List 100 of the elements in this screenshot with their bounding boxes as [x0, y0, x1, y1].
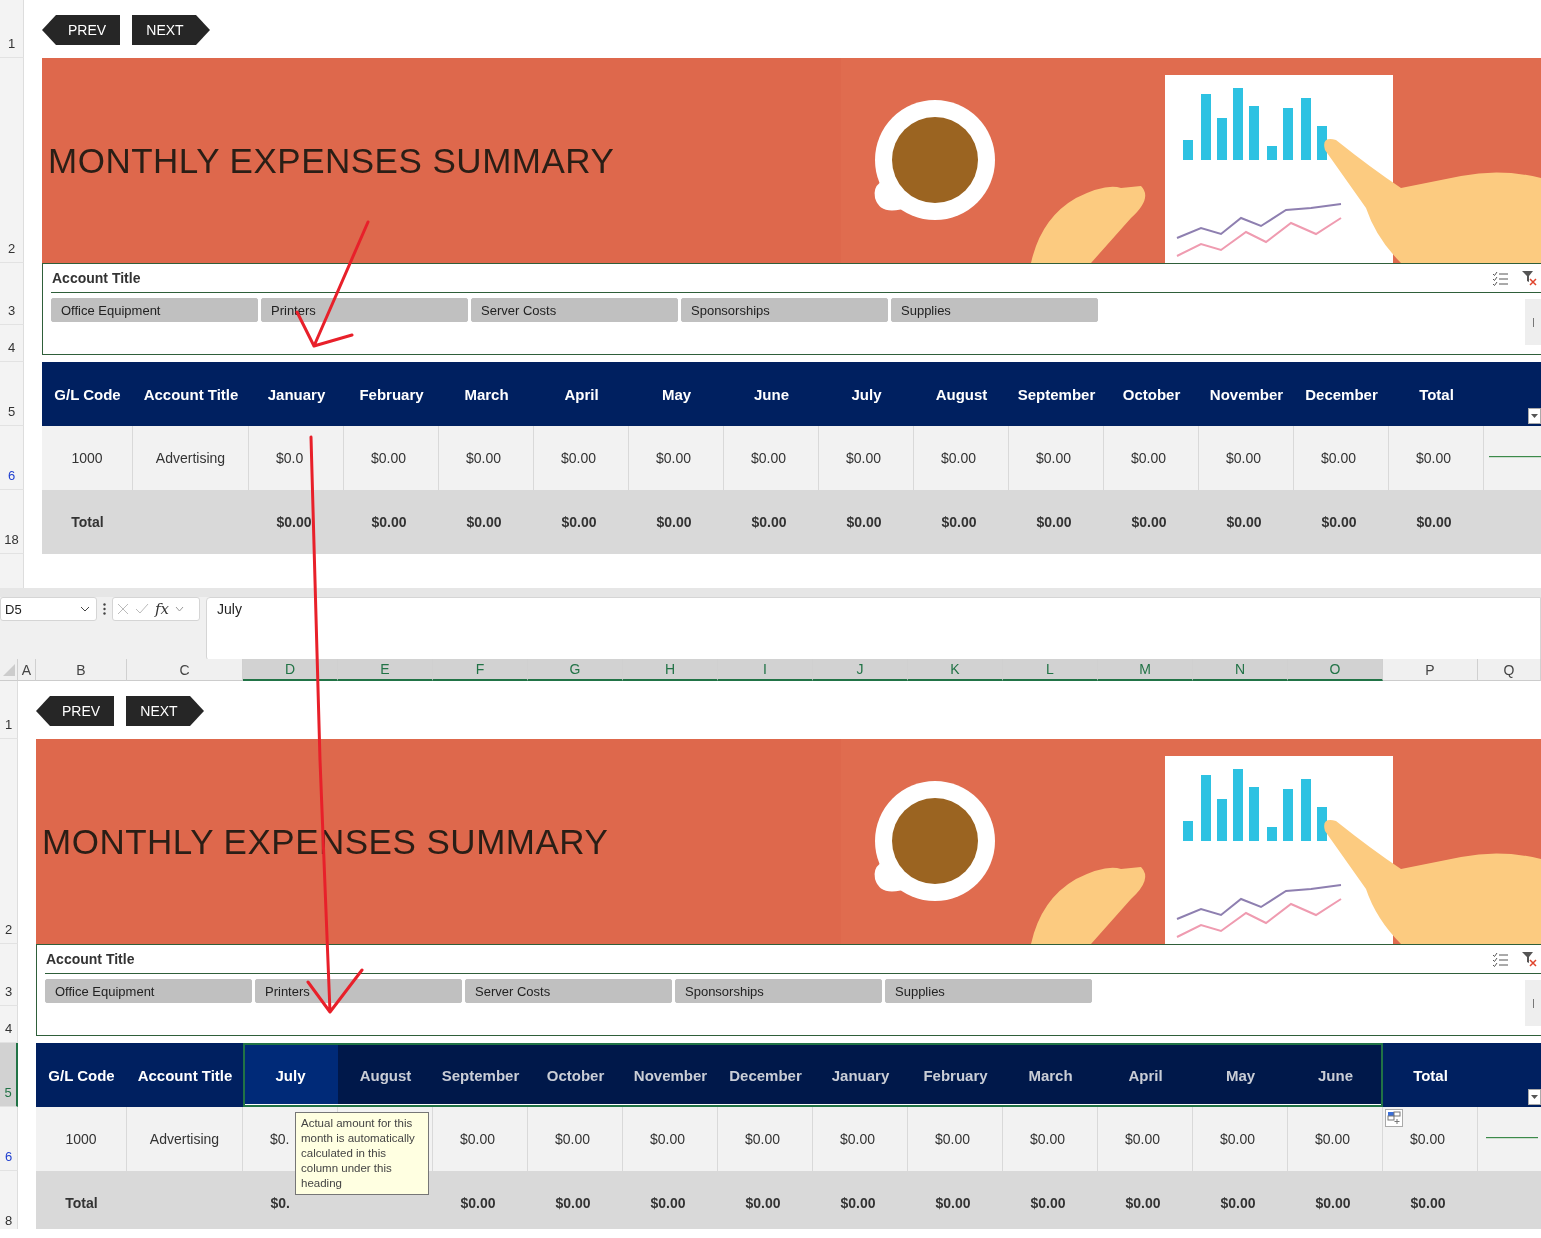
column-header[interactable]: March: [439, 362, 534, 426]
slicer-item[interactable]: Printers: [255, 979, 462, 1003]
column-letter[interactable]: D: [243, 659, 338, 681]
table-cell: $0.00: [528, 1171, 623, 1229]
table-cell: $0.00: [1389, 426, 1484, 490]
row-number[interactable]: 5: [0, 362, 24, 426]
formula-input[interactable]: July: [206, 597, 1541, 661]
scrollbar[interactable]: [1525, 980, 1541, 1026]
column-header[interactable]: July: [819, 362, 914, 426]
column-header[interactable]: December: [718, 1043, 813, 1107]
slicer-item[interactable]: Sponsorships: [681, 298, 888, 322]
table-cell: Total: [36, 1171, 127, 1229]
row-number[interactable]: 6: [0, 1107, 18, 1171]
next-button[interactable]: NEXT: [132, 15, 210, 45]
slicer-item[interactable]: Server Costs: [465, 979, 672, 1003]
prev-button[interactable]: PREV: [42, 15, 120, 45]
column-header[interactable]: October: [1104, 362, 1199, 426]
column-header[interactable]: January: [249, 362, 344, 426]
column-letter[interactable]: C: [127, 659, 243, 681]
column-header[interactable]: August: [914, 362, 1009, 426]
column-header[interactable]: February: [344, 362, 439, 426]
column-letter[interactable]: N: [1193, 659, 1288, 681]
column-header[interactable]: Account Title: [127, 1043, 243, 1107]
slicer-item[interactable]: Sponsorships: [675, 979, 882, 1003]
column-letter[interactable]: H: [623, 659, 718, 681]
row-number[interactable]: 18: [0, 490, 24, 554]
column-header[interactable]: July: [243, 1043, 338, 1107]
row-number[interactable]: 4: [0, 325, 24, 362]
prev-button[interactable]: PREV: [36, 696, 114, 726]
slicer-item[interactable]: Supplies: [891, 298, 1098, 322]
column-header[interactable]: November: [1199, 362, 1294, 426]
insert-function-button[interactable]: fx: [155, 600, 169, 618]
slicer-item[interactable]: Office Equipment: [51, 298, 258, 322]
column-letter[interactable]: G: [528, 659, 623, 681]
column-header[interactable]: June: [1288, 1043, 1383, 1107]
clear-filter-icon[interactable]: [1521, 951, 1537, 967]
column-header[interactable]: October: [528, 1043, 623, 1107]
column-letter[interactable]: Q: [1478, 659, 1541, 681]
filter-dropdown[interactable]: [1528, 408, 1541, 424]
column-letter[interactable]: J: [813, 659, 908, 681]
table-cell: $0.00: [528, 1107, 623, 1171]
column-header[interactable]: May: [1193, 1043, 1288, 1107]
slicer-item[interactable]: Server Costs: [471, 298, 678, 322]
column-header[interactable]: G/L Code: [36, 1043, 127, 1107]
column-header[interactable]: September: [433, 1043, 528, 1107]
row-number[interactable]: 2: [0, 739, 18, 944]
column-header[interactable]: December: [1294, 362, 1389, 426]
row-number[interactable]: 6: [0, 426, 24, 490]
column-letter[interactable]: I: [718, 659, 813, 681]
column-header[interactable]: January: [813, 1043, 908, 1107]
row-number[interactable]: 4: [0, 1006, 18, 1043]
name-box[interactable]: D5: [0, 597, 97, 621]
column-letter[interactable]: E: [338, 659, 433, 681]
column-header[interactable]: April: [534, 362, 629, 426]
column-letter[interactable]: F: [433, 659, 528, 681]
column-letter[interactable]: O: [1288, 659, 1383, 681]
column-letter[interactable]: M: [1098, 659, 1193, 681]
row-number[interactable]: 1: [0, 681, 18, 739]
quick-analysis-icon[interactable]: [1385, 1109, 1403, 1127]
more-icon[interactable]: [103, 603, 106, 615]
row-number[interactable]: 8: [0, 1171, 18, 1229]
row-number[interactable]: 5: [0, 1043, 18, 1107]
column-letter[interactable]: A: [18, 659, 36, 681]
column-header[interactable]: August: [338, 1043, 433, 1107]
column-header[interactable]: February: [908, 1043, 1003, 1107]
column-letter[interactable]: B: [36, 659, 127, 681]
column-header[interactable]: September: [1009, 362, 1104, 426]
table-cell: $0.00: [1009, 426, 1104, 490]
column-letter[interactable]: L: [1003, 659, 1098, 681]
column-header[interactable]: June: [724, 362, 819, 426]
column-header[interactable]: Total: [1389, 362, 1484, 426]
filter-dropdown[interactable]: [1528, 1089, 1541, 1105]
column-header[interactable]: Account Title: [133, 362, 249, 426]
table-cell: $0.00: [1199, 490, 1294, 554]
column-header[interactable]: March: [1003, 1043, 1098, 1107]
table-cell: $0.00: [534, 490, 629, 554]
column-header[interactable]: G/L Code: [42, 362, 133, 426]
column-letter[interactable]: P: [1383, 659, 1478, 681]
slicer-item[interactable]: Printers: [261, 298, 468, 322]
column-header[interactable]: Total: [1383, 1043, 1478, 1107]
row-number[interactable]: 3: [0, 263, 24, 325]
table-cell: $0.00: [1383, 1107, 1478, 1171]
caret-icon: [1531, 1095, 1538, 1099]
column-header[interactable]: May: [629, 362, 724, 426]
row-number[interactable]: 1: [0, 0, 24, 58]
clear-filter-icon[interactable]: [1521, 270, 1537, 286]
tooltip: Actual amount for this month is automatically calculated in this column under this heading: [295, 1112, 429, 1195]
column-header[interactable]: November: [623, 1043, 718, 1107]
table-cell: $0.00: [1383, 1171, 1478, 1229]
row-number[interactable]: 2: [0, 58, 24, 263]
multi-select-icon[interactable]: [1492, 951, 1509, 967]
slicer-item[interactable]: Supplies: [885, 979, 1092, 1003]
slicer-item[interactable]: Office Equipment: [45, 979, 252, 1003]
column-header[interactable]: April: [1098, 1043, 1193, 1107]
next-button[interactable]: NEXT: [126, 696, 204, 726]
column-letter[interactable]: K: [908, 659, 1003, 681]
row-number[interactable]: 3: [0, 944, 18, 1006]
scrollbar[interactable]: [1525, 299, 1541, 345]
table-cell: $0.00: [1193, 1107, 1288, 1171]
multi-select-icon[interactable]: [1492, 270, 1509, 286]
